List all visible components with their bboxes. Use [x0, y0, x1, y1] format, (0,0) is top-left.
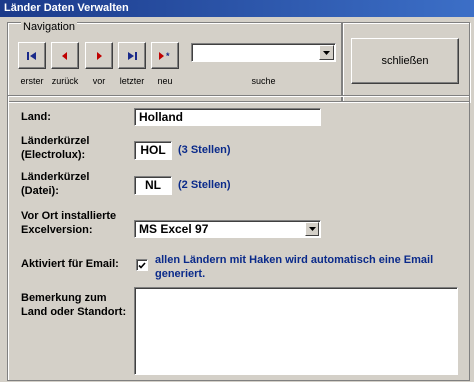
- search-label: suche: [251, 76, 276, 86]
- window-client: Navigation * erster zurück vor letzter n…: [0, 17, 474, 382]
- chevron-down-icon: [308, 227, 316, 231]
- previous-record-icon: [62, 51, 67, 60]
- checkmark-icon: [138, 261, 146, 269]
- country-form: Land: Holland Länderkürzel (Electrolux):…: [7, 95, 470, 381]
- email-label: Aktiviert für Email:: [21, 258, 119, 270]
- chevron-down-icon: [323, 50, 330, 55]
- excel-version-value: MS Excel 97: [139, 222, 209, 236]
- excel-version-dropdown-button[interactable]: [305, 222, 319, 236]
- excel-version-label-1: Vor Ort installierte: [21, 210, 117, 222]
- last-record-icon: [128, 51, 137, 60]
- next-record-label: vor: [92, 76, 106, 86]
- window-title: Länder Daten Verwalten: [0, 0, 474, 17]
- svg-text:*: *: [166, 51, 170, 61]
- first-record-label: erster: [20, 76, 44, 86]
- new-record-icon: *: [159, 51, 170, 61]
- excel-version-label-2: Excelversion:: [21, 224, 93, 236]
- bemerkung-label-2: Land oder Standort:: [21, 306, 127, 318]
- new-record-label: neu: [157, 76, 173, 86]
- bemerkung-label-1: Bemerkung zum: [21, 292, 107, 304]
- previous-record-label: zurück: [51, 76, 79, 86]
- search-combobox[interactable]: [191, 43, 336, 62]
- kuerzel-electrolux-field[interactable]: HOL: [134, 141, 172, 160]
- kuerzel-datei-label-2: (Datei):: [21, 185, 59, 197]
- next-record-button[interactable]: [85, 42, 113, 69]
- kuerzel-datei-label-1: Länderkürzel: [21, 171, 90, 183]
- kuerzel-electrolux-label-2: (Electrolux):: [21, 149, 86, 161]
- kuerzel-datei-hint: (2 Stellen): [178, 179, 231, 191]
- bemerkung-field[interactable]: [134, 287, 458, 375]
- excel-version-select[interactable]: MS Excel 97: [134, 220, 321, 238]
- close-button[interactable]: schließen: [351, 38, 459, 84]
- new-record-button[interactable]: *: [151, 42, 179, 69]
- close-group: schließen: [342, 22, 470, 102]
- navigation-group-label: Navigation: [21, 21, 77, 33]
- last-record-label: letzter: [119, 76, 145, 86]
- kuerzel-electrolux-label-1: Länderkürzel: [21, 135, 90, 147]
- search-dropdown-button[interactable]: [319, 45, 334, 60]
- kuerzel-datei-field[interactable]: NL: [134, 176, 172, 195]
- email-checkbox[interactable]: [136, 259, 148, 271]
- last-record-button[interactable]: [118, 42, 146, 69]
- land-field[interactable]: Holland: [134, 108, 321, 126]
- email-description: allen Ländern mit Haken wird automatisch…: [155, 254, 434, 280]
- land-label: Land:: [21, 111, 51, 123]
- navigation-group: Navigation * erster zurück vor letzter n…: [7, 22, 342, 102]
- previous-record-button[interactable]: [51, 42, 79, 69]
- first-record-icon: [27, 51, 36, 60]
- kuerzel-electrolux-hint: (3 Stellen): [178, 144, 231, 156]
- first-record-button[interactable]: [18, 42, 46, 69]
- next-record-icon: [97, 51, 102, 60]
